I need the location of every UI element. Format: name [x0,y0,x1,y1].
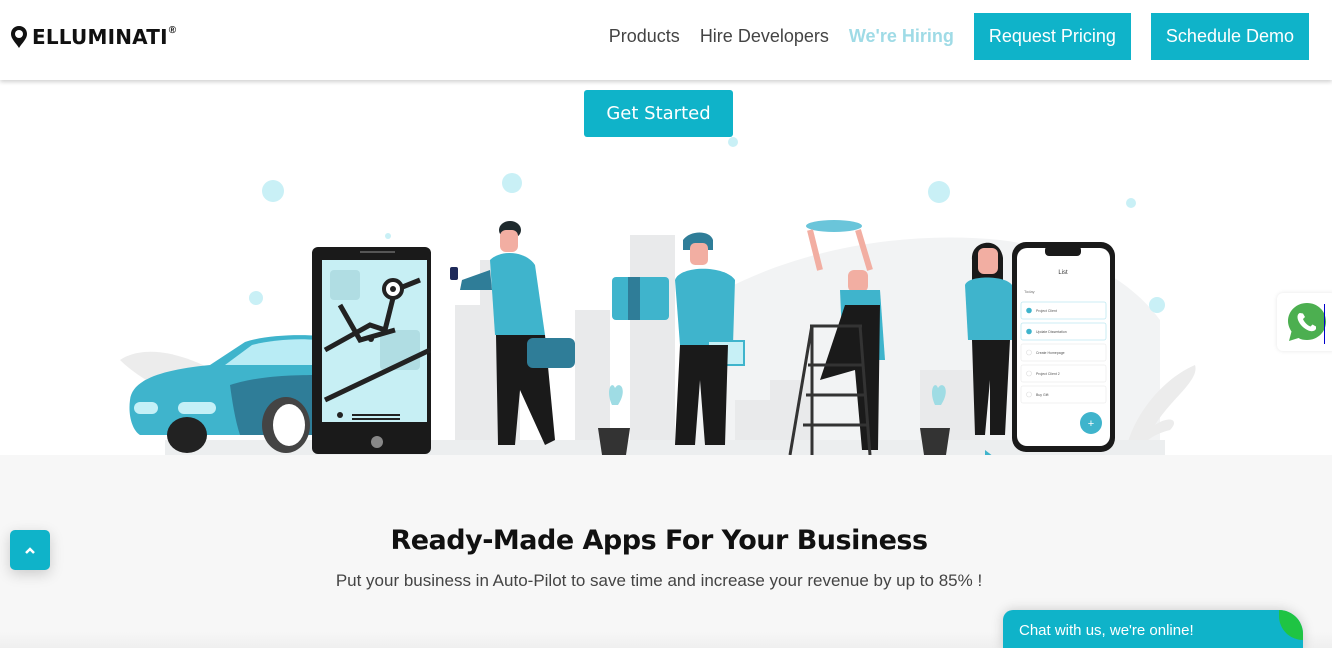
phone-list-title: List [1058,270,1068,276]
todo-phone-graphic: List Today Project Client Update Disserta… [1012,242,1115,452]
phone-task-label: Buy Gift [1036,393,1048,397]
phone-task-label: Project Client [1036,309,1057,313]
svg-text:+: + [1088,418,1094,430]
phone-task-item: Buy Gift [1020,385,1107,404]
task-unchecked-icon [1026,391,1032,398]
location-pin-icon [11,26,27,48]
whatsapp-button[interactable] [1277,293,1332,351]
schedule-demo-button[interactable]: Schedule Demo [1150,13,1309,60]
text-cursor [1324,304,1325,344]
map-phone-graphic [312,247,432,454]
chat-label: Chat with us, we're online! [1019,622,1194,639]
section-subtitle: Put your business in Auto-Pilot to save … [335,571,983,590]
request-pricing-button[interactable]: Request Pricing [973,13,1131,60]
phone-task-item: Project Client [1020,301,1107,320]
nav-hire-developers[interactable]: Hire Developers [700,26,829,47]
hero-section: List Today Project Client Update Disserta… [0,80,1332,455]
nav-products[interactable]: Products [609,26,680,47]
registered-mark: ® [168,25,177,36]
section-title: Ready-Made Apps For Your Business [390,525,928,556]
phone-task-item: Update Dissertation [1020,322,1107,341]
phone-list-section: Today [1024,289,1035,294]
main-nav: Products Hire Developers We're Hiring Re… [609,13,1309,60]
scroll-to-top-button[interactable] [10,530,50,570]
phone-task-item: Create Homepage [1020,343,1107,362]
live-chat-bar[interactable]: Chat with us, we're online! [1003,610,1303,648]
site-header: ELLUMINATI ® Products Hire Developers We… [0,0,1332,80]
phone-task-label: Project Client 2 [1036,372,1060,376]
task-unchecked-icon [1026,349,1032,356]
phone-task-label: Update Dissertation [1036,330,1067,334]
logo[interactable]: ELLUMINATI ® [10,25,176,49]
task-checked-icon [1026,328,1032,335]
page: ELLUMINATI ® Products Hire Developers We… [0,0,1332,648]
task-checked-icon [1026,307,1032,314]
online-status-indicator [1279,610,1303,640]
whatsapp-icon [1288,303,1326,341]
nav-were-hiring[interactable]: We're Hiring [849,26,954,47]
get-started-button[interactable]: Get Started [584,90,733,137]
phone-task-label: Create Homepage [1036,351,1065,355]
task-unchecked-icon [1026,370,1032,377]
logo-text: ELLUMINATI [32,25,168,49]
chevron-up-icon [25,547,35,554]
phone-task-item: Project Client 2 [1020,364,1107,383]
